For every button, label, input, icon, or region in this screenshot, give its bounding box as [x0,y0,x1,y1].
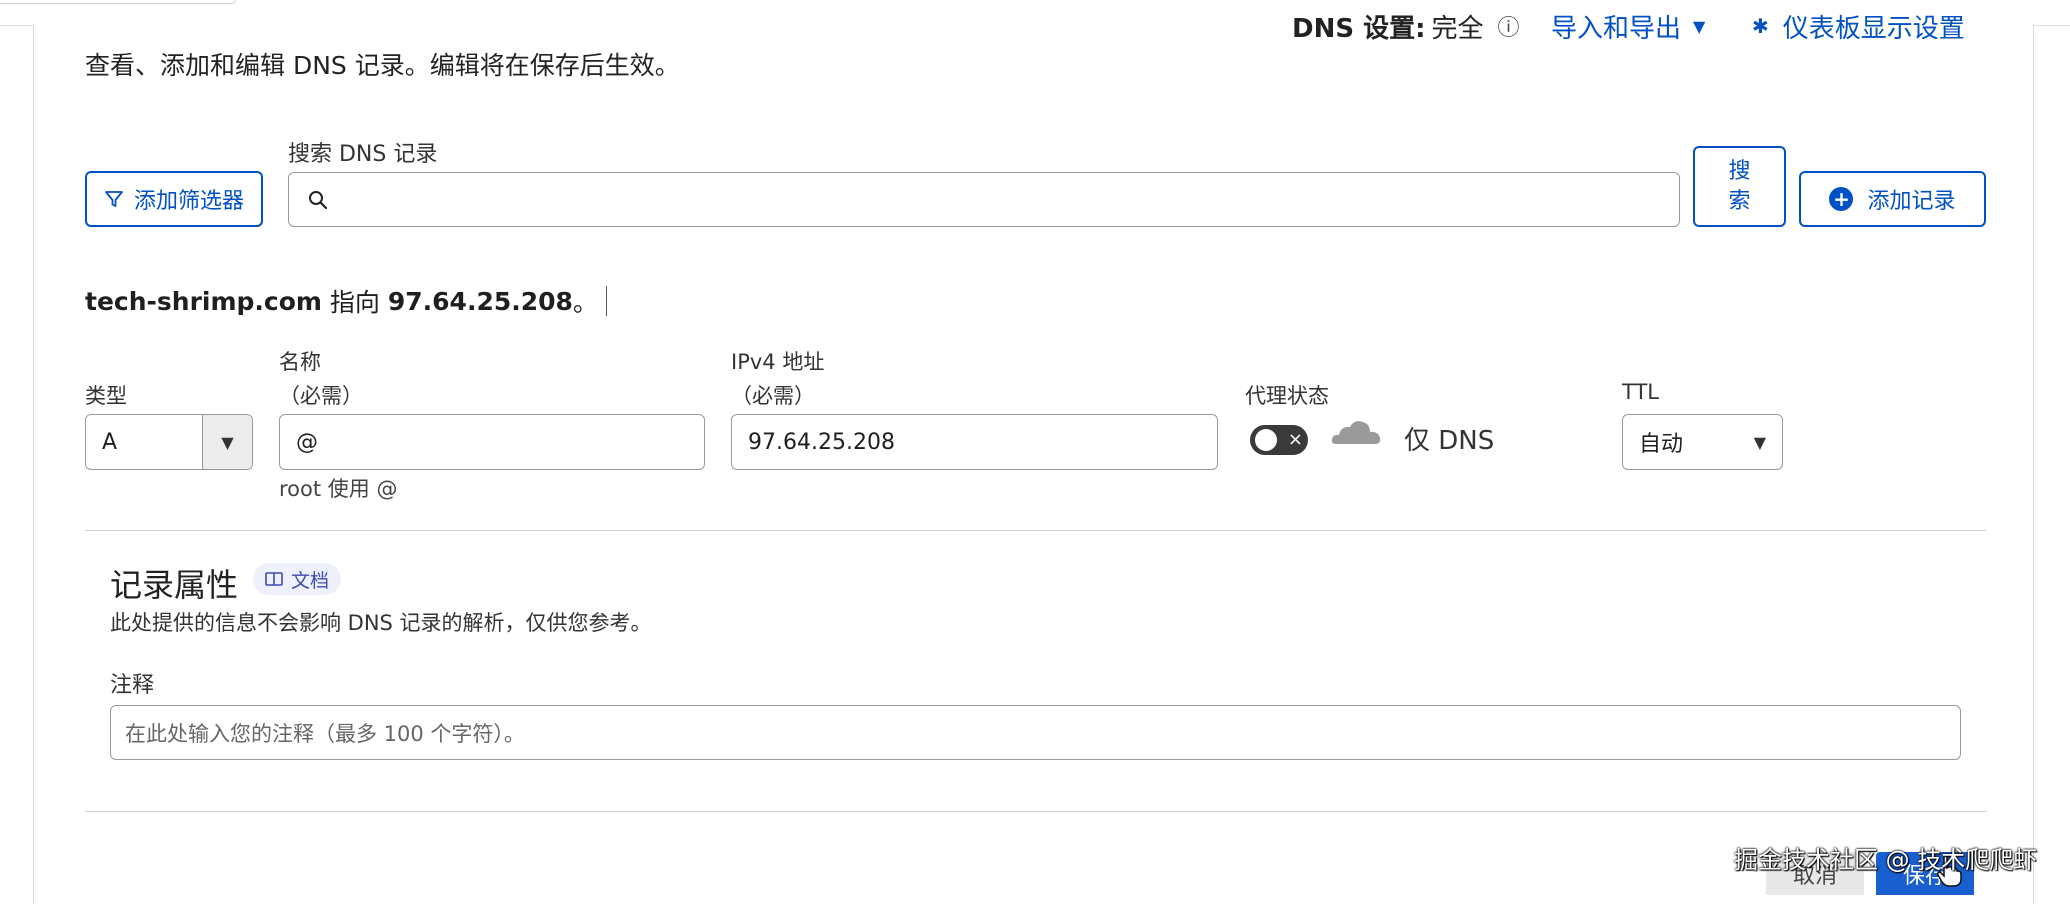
ipv4-label: IPv4 地址 [731,350,825,374]
domain-name: tech-shrimp.com [85,286,322,316]
search-button[interactable]: 搜 索 [1693,146,1786,227]
text-caret [605,286,607,316]
import-export-menu[interactable]: 导入和导出 ▼ [1551,6,1705,46]
note-placeholder: 在此处输入您的注释（最多 100 个字符）。 [125,721,525,746]
proxy-toggle[interactable]: × [1250,425,1308,455]
add-filter-label: 添加筛选器 [133,189,244,214]
add-record-label: 添加记录 [1867,189,1956,214]
docs-link[interactable]: 文档 [253,563,342,595]
ipv4-required: （必需） [731,384,815,408]
help-icon[interactable]: ⓘ [1498,10,1520,42]
name-value: @ [296,429,318,455]
type-select[interactable]: A ▼ [85,414,253,470]
chevron-down-icon: ▼ [1693,16,1706,36]
type-label: 类型 [85,384,127,408]
type-value: A [102,429,118,455]
ttl-value: 自动 [1639,432,1684,457]
note-field[interactable]: 在此处输入您的注释（最多 100 个字符）。 [110,705,1961,760]
dashboard-settings[interactable]: ✱ 仪表板显示设置 [1752,6,1965,46]
proxy-status-label: 代理状态 [1245,384,1329,408]
points-to-summary: tech-shrimp.com 指向 97.64.25.208 。 [85,283,607,319]
gear-icon: ✱ [1752,14,1769,38]
name-field[interactable]: @ [279,414,705,470]
note-label: 注释 [110,673,155,698]
attributes-description: 此处提供的信息不会影响 DNS 记录的解析，仅供您参考。 [110,611,652,635]
search-button-line1: 搜 [1728,158,1751,184]
search-input[interactable] [288,172,1680,227]
chevron-down-icon[interactable]: ▼ [202,415,252,469]
attributes-title: 记录属性 [110,566,239,604]
search-button-line2: 索 [1728,188,1751,214]
proxy-state-label: 仅 DNS [1404,426,1495,456]
ipv4-value: 97.64.25.208 [748,429,895,455]
dashboard-settings-link[interactable]: 仪表板显示设置 [1783,8,1965,45]
dns-setting-value: 完全 [1431,13,1484,44]
book-icon [265,572,283,586]
name-label: 名称 [279,350,321,374]
name-required: （必需） [279,384,363,408]
dns-setting-label: DNS 设置: [1292,13,1426,44]
ttl-select[interactable]: 自动 ▼ [1622,414,1783,470]
plus-circle-icon: + [1829,187,1854,211]
close-icon: × [1287,429,1303,450]
search-label: 搜索 DNS 记录 [288,142,438,167]
divider [85,811,1986,812]
import-export-link[interactable]: 导入和导出 [1551,8,1681,45]
divider [85,530,1986,531]
name-helper: root 使用 @ [279,477,398,501]
search-icon [309,190,328,209]
ttl-label: TTL [1622,380,1659,404]
tab-edge [0,0,236,4]
docs-label: 文档 [291,569,330,592]
chevron-down-icon: ▼ [1753,432,1766,452]
watermark: 掘金技术社区 @ 技术爬爬虾 [1734,846,2038,874]
target-ip: 97.64.25.208 [387,286,573,316]
ipv4-field[interactable]: 97.64.25.208 [731,414,1218,470]
points-to-end: 。 [572,288,598,317]
points-to-text: 指向 [321,288,388,317]
page-description: 查看、添加和编辑 DNS 记录。编辑将在保存后生效。 [85,51,680,80]
filter-icon [105,191,123,207]
dns-setting: DNS 设置: 完全 ⓘ [1292,6,1520,46]
toggle-knob [1255,429,1277,451]
add-record-button[interactable]: + 添加记录 [1799,171,1986,227]
cloud-icon [1331,421,1381,444]
add-filter-button[interactable]: 添加筛选器 [85,171,263,227]
